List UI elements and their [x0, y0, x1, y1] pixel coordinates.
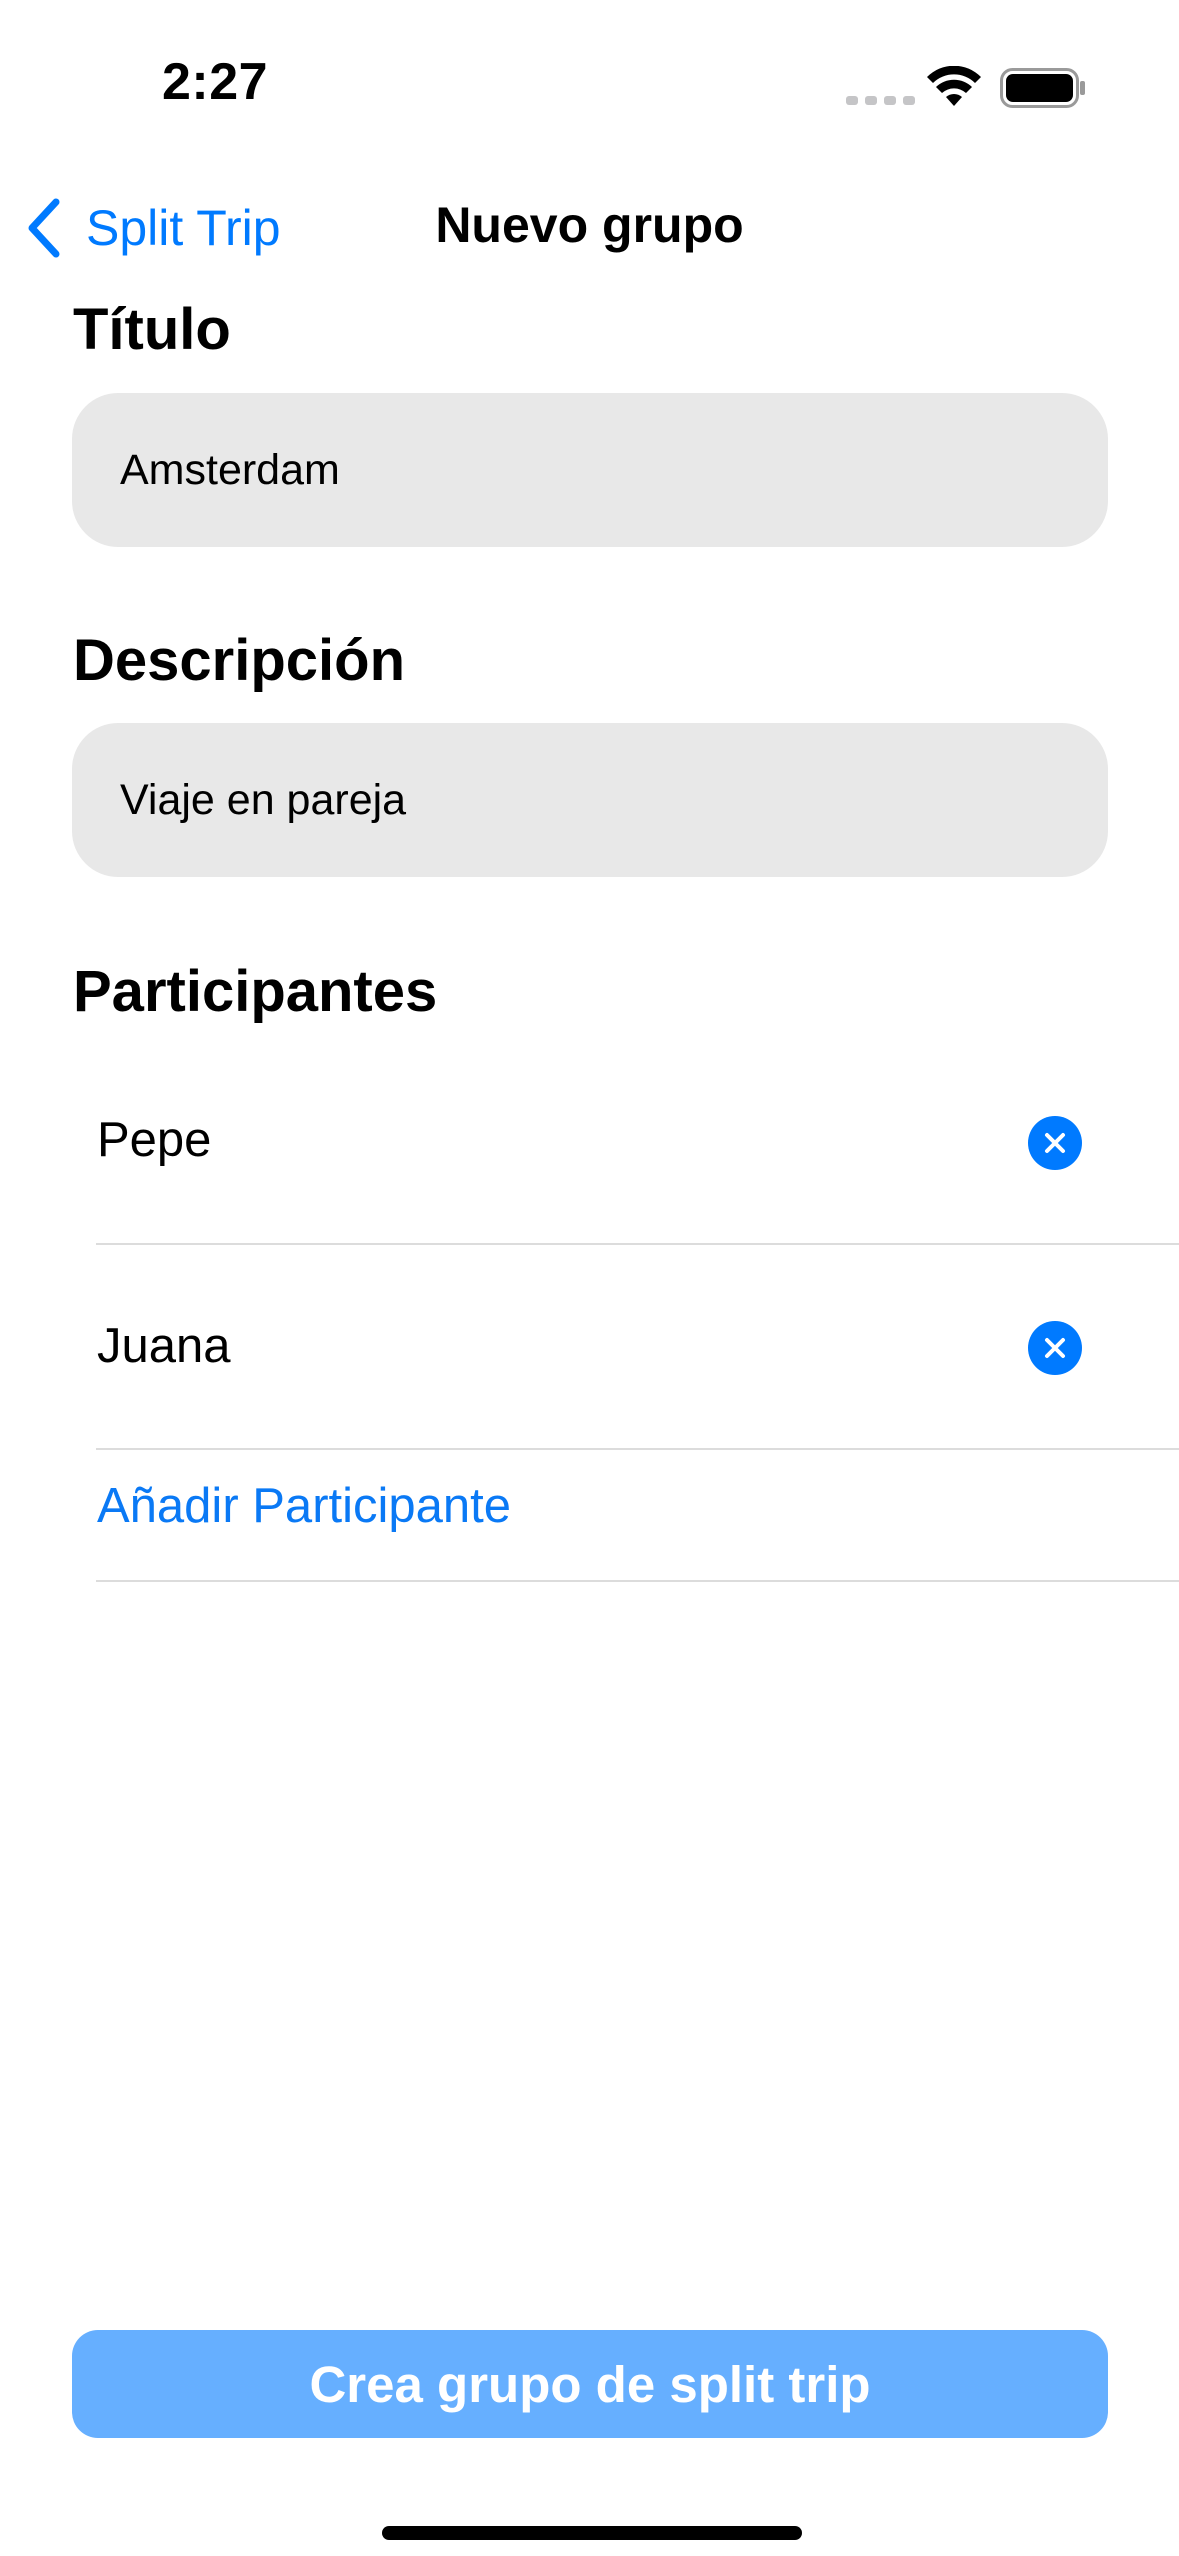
- description-field[interactable]: Viaje en pareja: [72, 723, 1108, 877]
- remove-participant-button[interactable]: [1028, 1321, 1082, 1375]
- battery-icon: [1000, 68, 1085, 108]
- description-field-value: Viaje en pareja: [120, 775, 407, 824]
- wifi-icon: [927, 66, 981, 106]
- row-divider: [96, 1580, 1179, 1582]
- participants-heading: Participantes: [73, 959, 438, 1024]
- title-field-value: Amsterdam: [120, 445, 340, 494]
- row-divider: [96, 1448, 1179, 1450]
- row-divider: [96, 1243, 1179, 1245]
- page-title: Nuevo grupo: [435, 197, 744, 253]
- home-indicator[interactable]: [382, 2526, 802, 2540]
- create-group-button[interactable]: Crea grupo de split trip: [72, 2330, 1108, 2438]
- remove-participant-button[interactable]: [1028, 1116, 1082, 1170]
- cellular-signal-icon: [846, 96, 915, 105]
- title-field[interactable]: Amsterdam: [72, 393, 1108, 547]
- status-time: 2:27: [162, 53, 269, 111]
- title-heading: Título: [73, 297, 231, 362]
- close-icon: [1045, 1133, 1065, 1153]
- close-icon: [1045, 1338, 1065, 1358]
- participant-name[interactable]: Pepe: [97, 1112, 211, 1168]
- add-participant-button[interactable]: Añadir Participante: [97, 1478, 511, 1534]
- description-heading: Descripción: [73, 628, 405, 693]
- participant-name[interactable]: Juana: [97, 1318, 231, 1374]
